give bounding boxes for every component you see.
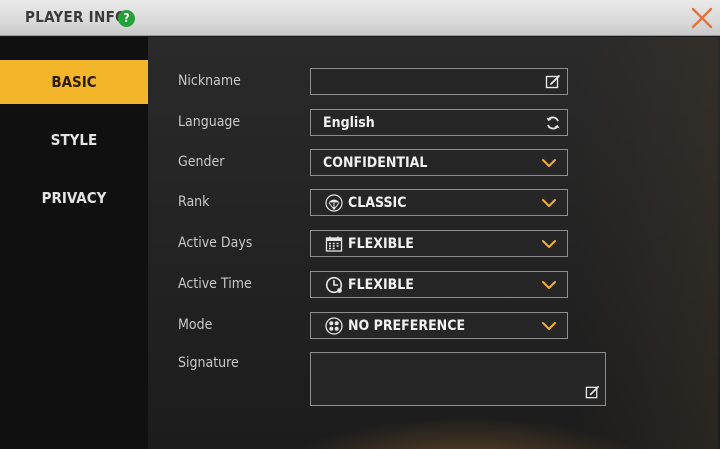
language-label: Language: [178, 114, 241, 130]
clock-icon: [325, 276, 343, 294]
active-days-value: FLEXIBLE: [348, 235, 414, 252]
chevron-down-icon: [542, 159, 556, 167]
chevron-down-icon: [542, 281, 556, 289]
tab-basic[interactable]: BASIC: [0, 60, 148, 104]
parachute-icon: [325, 193, 343, 212]
active-days-select[interactable]: FLEXIBLE: [310, 230, 568, 257]
gender-label: Gender: [178, 154, 225, 170]
active-time-value: FLEXIBLE: [348, 276, 414, 293]
mode-select[interactable]: NO PREFERENCE: [310, 312, 568, 339]
tab-style[interactable]: STYLE: [0, 118, 148, 162]
tab-style-label: STYLE: [50, 131, 98, 149]
modes-icon: [325, 316, 343, 335]
chevron-down-icon: [542, 199, 556, 207]
language-value: English: [323, 114, 375, 131]
active-time-select[interactable]: FLEXIBLE: [310, 271, 568, 298]
calendar-icon: [325, 235, 343, 253]
chevron-down-icon: [542, 322, 556, 330]
active-time-label: Active Time: [178, 276, 252, 292]
nickname-label: Nickname: [178, 73, 241, 89]
language-field[interactable]: English: [310, 109, 568, 136]
rank-value: CLASSIC: [348, 194, 407, 211]
gender-value: CONFIDENTIAL: [323, 154, 428, 171]
close-icon[interactable]: [690, 6, 714, 30]
mode-label: Mode: [178, 317, 213, 333]
chevron-down-icon: [542, 240, 556, 248]
help-icon[interactable]: ?: [118, 10, 135, 27]
tab-privacy[interactable]: PRIVACY: [0, 176, 148, 220]
tab-basic-label: BASIC: [51, 73, 97, 91]
edit-icon[interactable]: [545, 74, 561, 90]
nickname-field[interactable]: [310, 68, 568, 95]
page-title: PLAYER INFO: [25, 8, 127, 26]
rank-select[interactable]: CLASSIC: [310, 189, 568, 216]
title-bar: PLAYER INFO ?: [0, 0, 720, 36]
mode-value: NO PREFERENCE: [348, 317, 466, 334]
edit-icon[interactable]: [585, 385, 600, 400]
tab-privacy-label: PRIVACY: [41, 189, 107, 207]
sidebar: BASIC STYLE PRIVACY: [0, 37, 148, 449]
active-days-label: Active Days: [178, 235, 253, 251]
refresh-icon[interactable]: [545, 115, 561, 131]
signature-field[interactable]: [310, 352, 606, 406]
signature-label: Signature: [178, 355, 239, 371]
gender-select[interactable]: CONFIDENTIAL: [310, 149, 568, 176]
rank-label: Rank: [178, 194, 210, 210]
